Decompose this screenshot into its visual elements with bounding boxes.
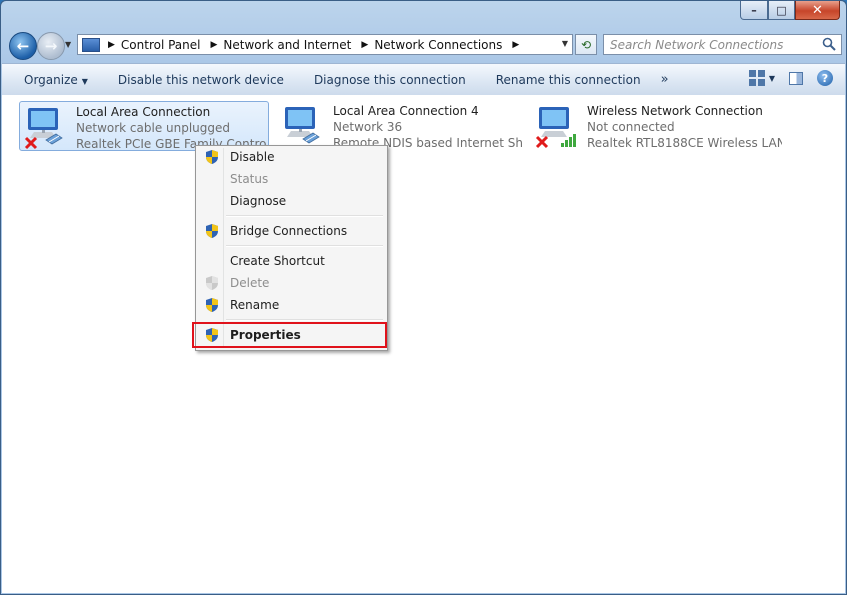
address-bar[interactable]: ▶ Control Panel ▶ Network and Internet ▶ N… bbox=[77, 34, 573, 55]
change-view-button[interactable]: ▼ bbox=[748, 70, 775, 86]
connection-item-wireless[interactable]: Wireless Network Connection Not connecte… bbox=[531, 101, 782, 151]
menu-item-label: Bridge Connections bbox=[230, 224, 348, 238]
menu-item-label: Disable bbox=[230, 150, 275, 164]
menu-item-delete: Delete bbox=[198, 272, 385, 294]
forward-button[interactable]: → bbox=[37, 32, 65, 60]
rename-connection-button[interactable]: Rename this connection bbox=[496, 73, 641, 87]
menu-item-label: Delete bbox=[230, 276, 270, 290]
search-placeholder: Search Network Connections bbox=[610, 37, 784, 52]
breadcrumb-control-panel[interactable]: Control Panel ▶ bbox=[121, 38, 224, 52]
toolbar-right-controls: ▼ ? bbox=[748, 70, 833, 86]
back-button[interactable]: ← bbox=[9, 32, 37, 60]
uac-shield-icon bbox=[206, 150, 218, 164]
caption-buttons: – □ ✕ bbox=[740, 1, 840, 20]
close-icon: ✕ bbox=[812, 2, 823, 18]
menu-item-label: Rename bbox=[230, 298, 280, 312]
menu-item-create-shortcut[interactable]: Create Shortcut bbox=[198, 250, 385, 272]
chevron-down-icon: ▼ bbox=[81, 76, 88, 86]
connection-status: Not connected bbox=[587, 120, 675, 134]
back-arrow-icon: ← bbox=[16, 37, 30, 55]
search-input[interactable]: Search Network Connections bbox=[603, 34, 842, 55]
menu-separator bbox=[226, 215, 383, 217]
more-commands-button[interactable]: » bbox=[661, 72, 669, 87]
address-dropdown-icon[interactable]: ▼ bbox=[562, 39, 568, 48]
context-menu: Disable Status Diagnose Bridge Connectio… bbox=[195, 145, 388, 351]
connections-pane: Local Area Connection Network cable unpl… bbox=[2, 95, 845, 593]
preview-pane-icon[interactable] bbox=[789, 71, 803, 85]
menu-item-status: Status bbox=[198, 168, 385, 190]
minimize-button[interactable]: – bbox=[740, 1, 768, 20]
connection-name: Local Area Connection bbox=[76, 105, 211, 119]
refresh-button[interactable]: ⟲ bbox=[575, 34, 597, 55]
menu-item-label: Status bbox=[230, 172, 269, 186]
disconnected-x-icon bbox=[24, 136, 38, 150]
diagnose-connection-button[interactable]: Diagnose this connection bbox=[314, 73, 466, 87]
uac-shield-icon bbox=[206, 276, 218, 290]
organize-menu[interactable]: Organize ▼ bbox=[24, 73, 88, 87]
recent-pages-dropdown[interactable]: ▼ bbox=[65, 40, 71, 49]
maximize-button[interactable]: □ bbox=[768, 1, 795, 20]
menu-item-label: Diagnose bbox=[230, 194, 287, 208]
connection-status: Network 36 bbox=[333, 120, 403, 134]
navigation-bar: ← → ▼ ▶ Control Panel ▶ Network and Inter… bbox=[7, 31, 842, 60]
chevron-down-icon: ▼ bbox=[768, 73, 775, 83]
forward-arrow-icon: → bbox=[44, 37, 58, 55]
connection-name: Wireless Network Connection bbox=[587, 104, 763, 118]
uac-shield-icon bbox=[206, 224, 218, 238]
menu-item-diagnose[interactable]: Diagnose bbox=[198, 190, 385, 212]
menu-separator bbox=[226, 245, 383, 247]
menu-item-disable[interactable]: Disable bbox=[198, 146, 385, 168]
breadcrumb-root-arrow[interactable]: ▶ bbox=[108, 40, 121, 50]
connection-status: Network cable unplugged bbox=[76, 121, 231, 135]
help-icon[interactable]: ? bbox=[817, 70, 833, 86]
connection-name: Local Area Connection 4 bbox=[333, 104, 479, 118]
properties-highlight-box bbox=[192, 322, 387, 348]
menu-item-rename[interactable]: Rename bbox=[198, 294, 385, 316]
menu-separator bbox=[226, 319, 383, 321]
wired-network-icon bbox=[285, 107, 320, 144]
close-button[interactable]: ✕ bbox=[795, 1, 840, 20]
connection-item-local-area-4[interactable]: Local Area Connection 4 Network 36 Remot… bbox=[277, 101, 527, 151]
breadcrumb-network-connections[interactable]: Network Connections ▶ bbox=[374, 38, 525, 52]
views-icon bbox=[748, 70, 765, 86]
disconnected-x-icon bbox=[535, 135, 549, 149]
connection-item-local-area[interactable]: Local Area Connection Network cable unpl… bbox=[19, 101, 269, 151]
command-bar: Organize ▼ Disable this network device Di… bbox=[2, 63, 845, 96]
breadcrumb-network-and-internet[interactable]: Network and Internet ▶ bbox=[223, 38, 374, 52]
menu-item-bridge-connections[interactable]: Bridge Connections bbox=[198, 220, 385, 242]
connection-device: Realtek RTL8188CE Wireless LAN ... bbox=[587, 136, 782, 150]
search-icon[interactable] bbox=[822, 37, 836, 51]
refresh-icon: ⟲ bbox=[580, 37, 592, 52]
uac-shield-icon bbox=[206, 298, 218, 312]
menu-item-label: Create Shortcut bbox=[230, 254, 325, 268]
explorer-window: – □ ✕ ← → ▼ ▶ Control Panel ▶ Network and… bbox=[0, 0, 847, 595]
disable-device-button[interactable]: Disable this network device bbox=[118, 73, 284, 87]
control-panel-icon bbox=[82, 37, 100, 52]
